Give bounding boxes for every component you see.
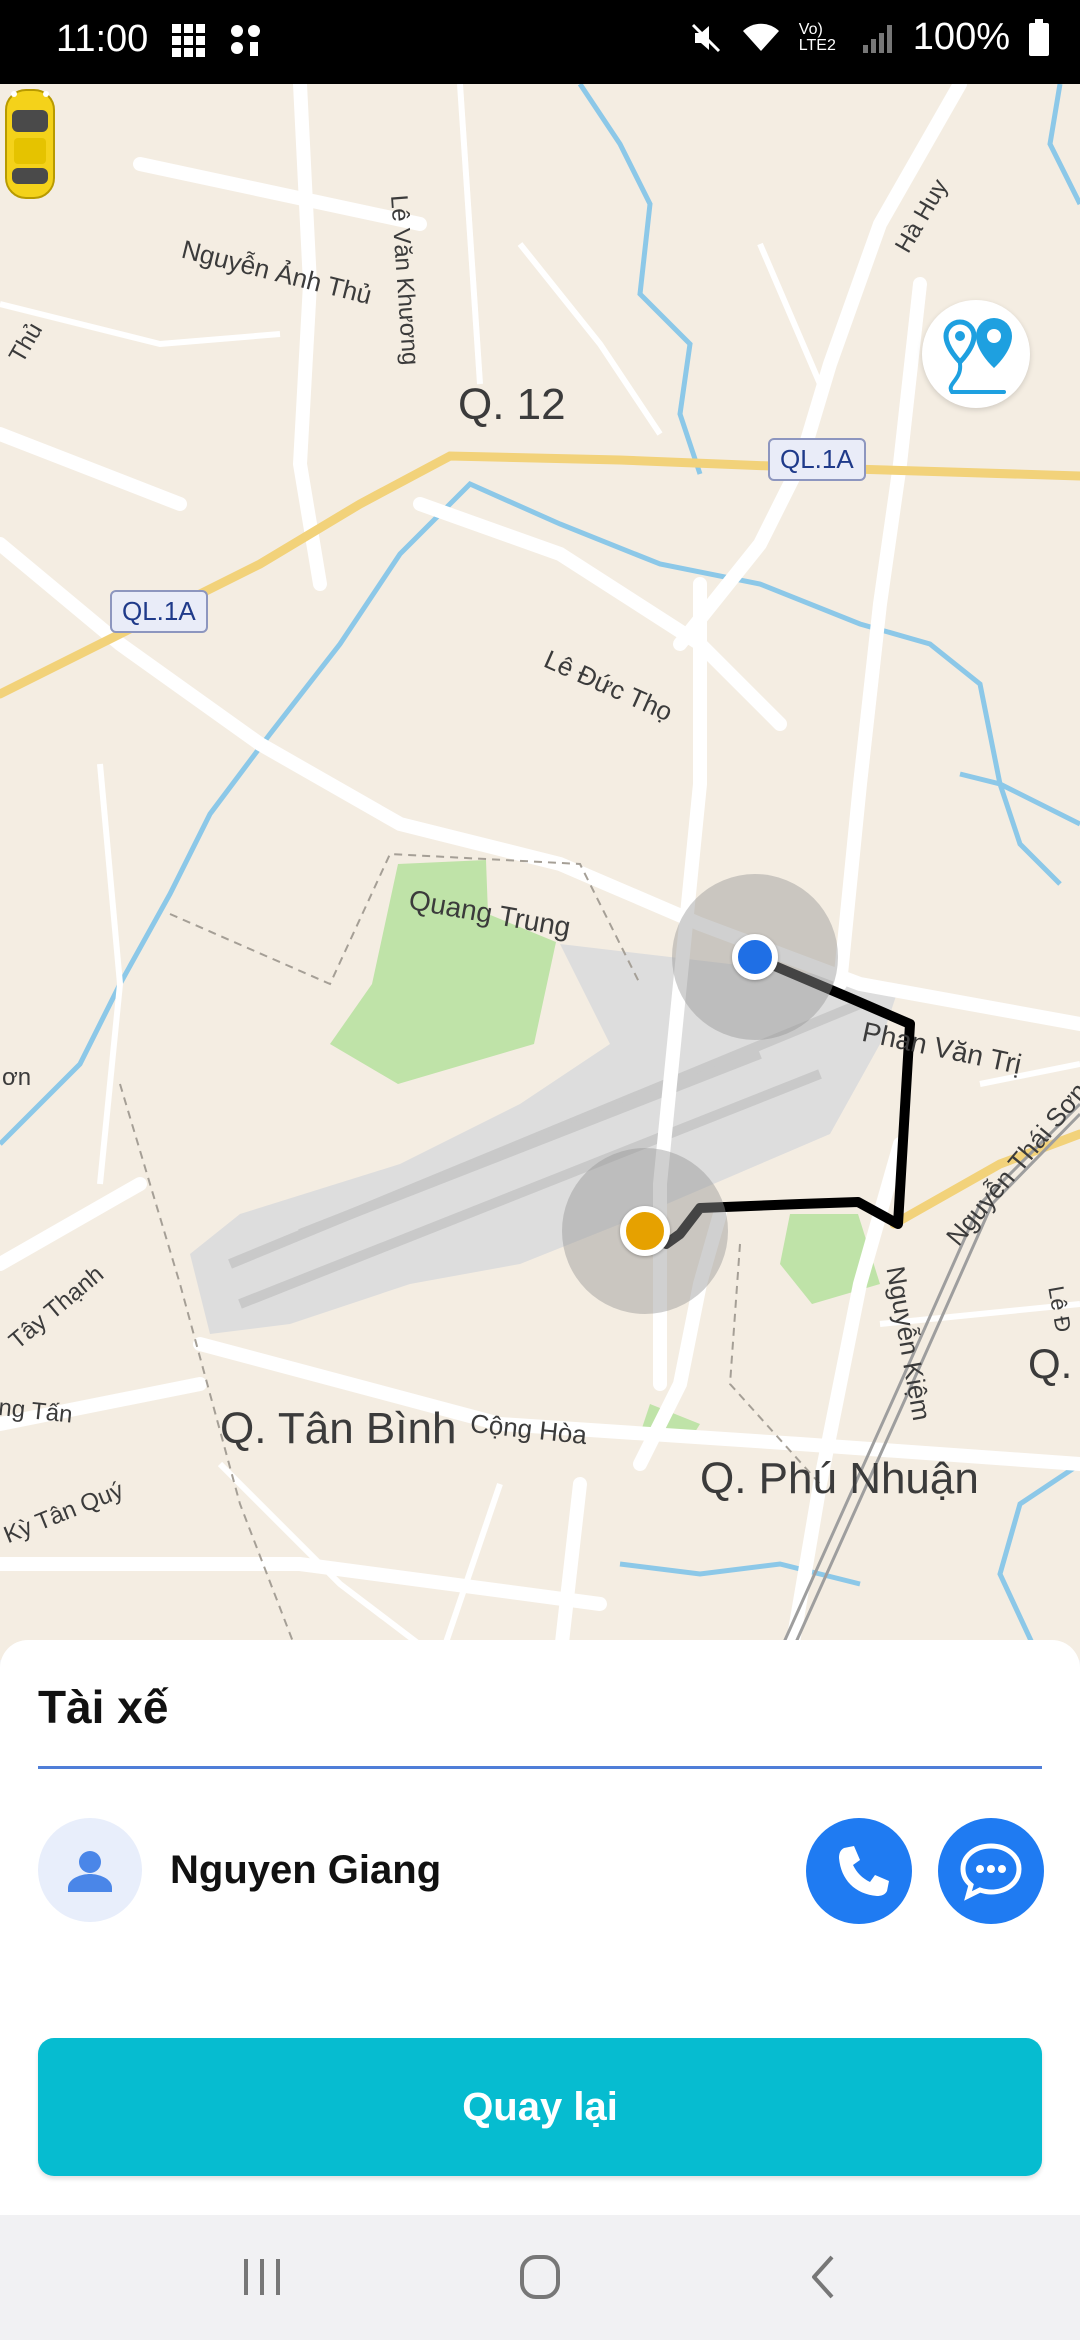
- wifi-icon: [742, 23, 779, 51]
- map-view[interactable]: Q. 12 Q. Tân Bình Q. Phú Nhuận Q. Nguyễn…: [0, 84, 1080, 1660]
- taxi-car-icon: [5, 89, 55, 199]
- system-nav-bar: [0, 2215, 1080, 2340]
- map-label-phunhuan: Q. Phú Nhuận: [700, 1454, 979, 1503]
- back-button[interactable]: Quay lại: [38, 2038, 1042, 2176]
- recent-apps-icon[interactable]: [222, 2245, 302, 2309]
- road-badge-ql1a: QL.1A: [768, 438, 866, 481]
- status-bar: 11:00 Vo) LTE2 100%: [0, 0, 1080, 84]
- battery-icon: [1029, 18, 1049, 56]
- sheet-title: Tài xế: [38, 1681, 169, 1733]
- dropoff-marker[interactable]: [620, 1206, 670, 1256]
- route-pins-icon: [943, 318, 1012, 394]
- driver-info-sheet: Tài xế Nguyen Giang Quay lại: [0, 1640, 1080, 2215]
- network-type: Vo) LTE2: [798, 20, 836, 54]
- phone-icon: [839, 1846, 889, 1896]
- home-icon[interactable]: [500, 2245, 580, 2309]
- road-badge-ql1a: QL.1A: [110, 590, 208, 633]
- message-button[interactable]: [938, 1818, 1044, 1924]
- map-label-on: ơn: [2, 1064, 32, 1091]
- mute-icon: [691, 23, 720, 52]
- map-label-q-edge: Q.: [1028, 1340, 1073, 1387]
- call-button[interactable]: [806, 1818, 912, 1924]
- notification-icon: [231, 25, 260, 56]
- back-icon[interactable]: [784, 2245, 864, 2309]
- chat-icon: [960, 1843, 1022, 1901]
- pickup-marker[interactable]: [732, 934, 778, 980]
- map-label-tanbinh: Q. Tân Bình: [220, 1404, 457, 1453]
- status-time: 11:00: [56, 18, 149, 60]
- map-label-q12: Q. 12: [458, 380, 566, 429]
- avatar: [38, 1818, 142, 1922]
- person-icon: [68, 1851, 112, 1892]
- signal-icon: [862, 24, 892, 53]
- battery-percent: 100%: [912, 16, 1010, 58]
- grid-icon: [172, 24, 205, 57]
- sheet-divider: [38, 1766, 1042, 1769]
- driver-name: Nguyen Giang: [170, 1848, 442, 1892]
- route-overview-button[interactable]: [922, 300, 1030, 408]
